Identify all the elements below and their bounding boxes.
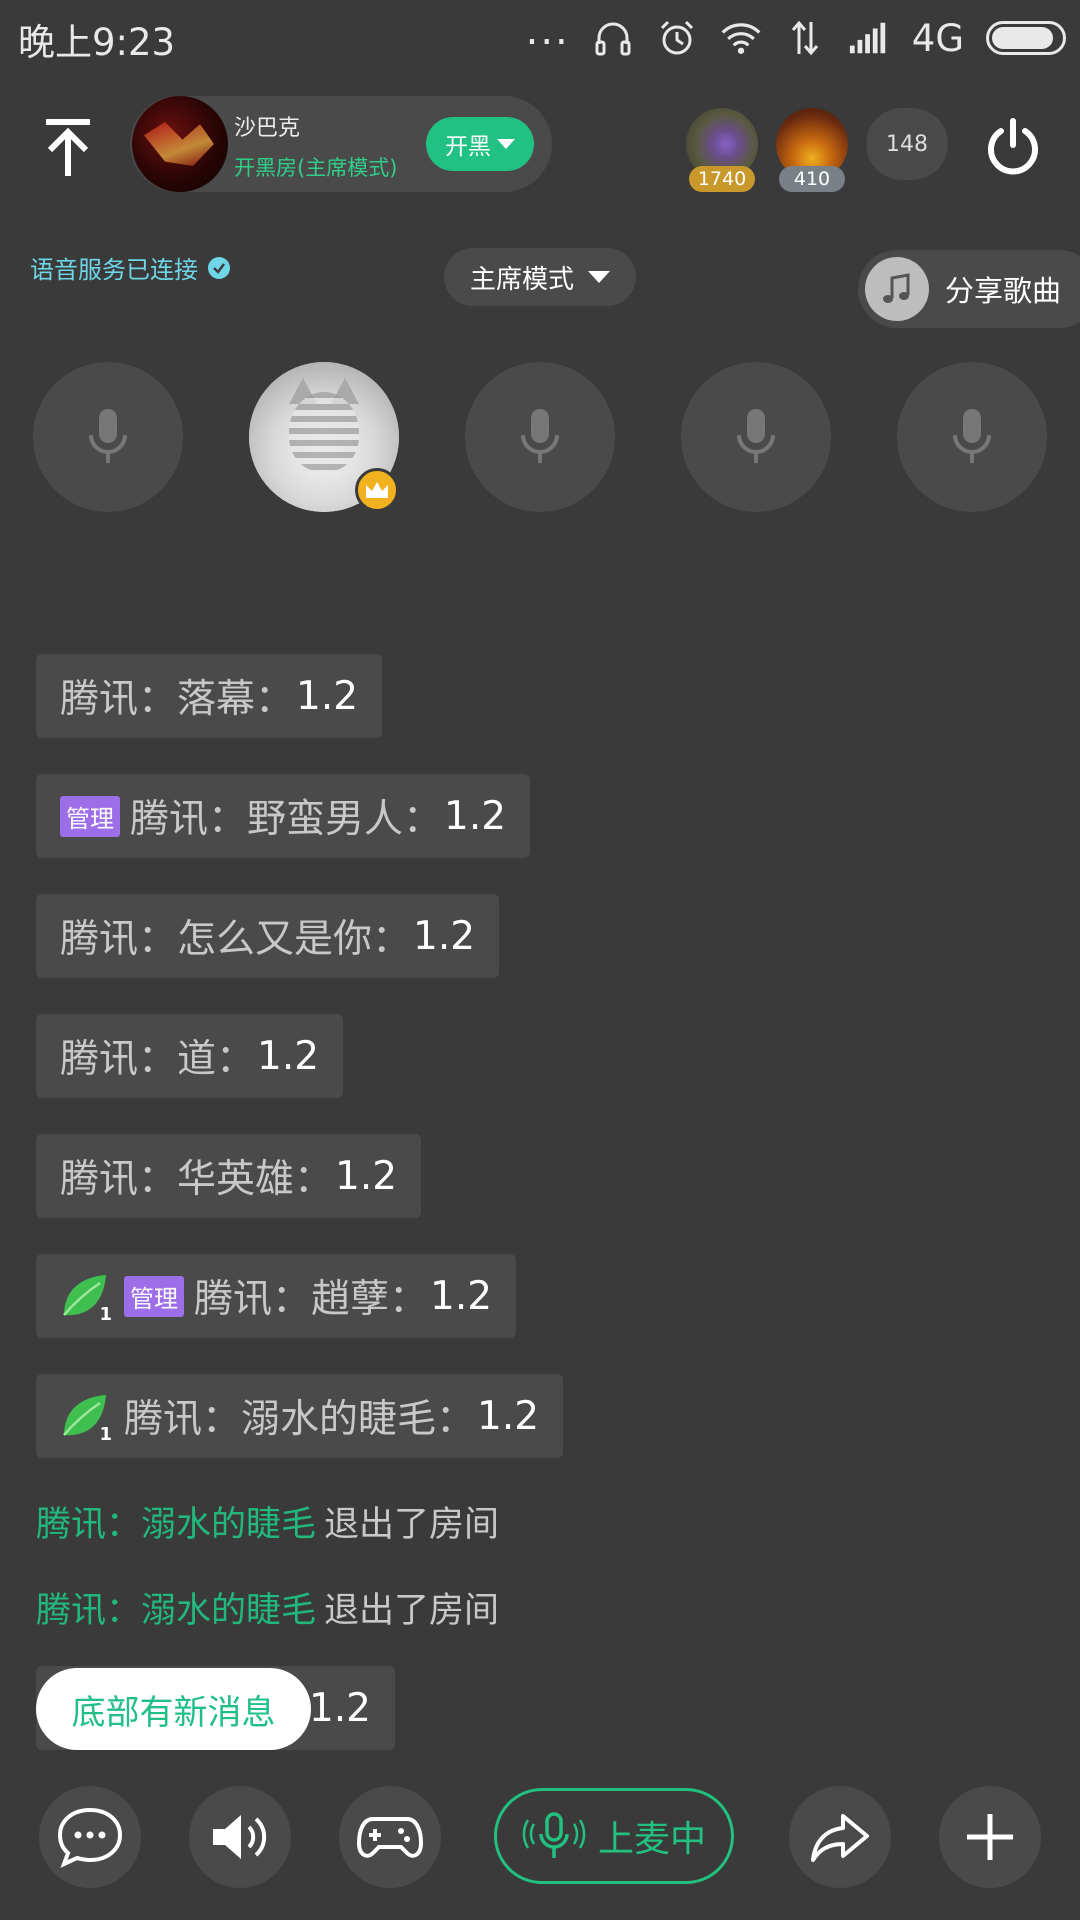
speaker-icon	[213, 1815, 267, 1859]
share-button[interactable]	[789, 1786, 891, 1888]
music-note-icon	[865, 257, 929, 321]
online-count-button[interactable]: 148	[866, 108, 948, 180]
mic-seat-host[interactable]	[249, 362, 399, 512]
voice-status-text: 语音服务已连接	[30, 256, 198, 284]
check-circle-icon	[208, 256, 230, 279]
exit-room-button[interactable]	[978, 112, 1048, 182]
leaf-level-icon: 1	[60, 1391, 112, 1445]
admin-badge: 管理	[60, 795, 120, 837]
microphone-waves-icon	[522, 1812, 586, 1858]
minimize-room-button[interactable]	[30, 110, 106, 186]
kaihei-label: 开黑	[445, 134, 491, 160]
status-time: 晚上9:23	[18, 21, 176, 64]
message-sender: 腾讯：溺水的睫毛：	[124, 1397, 476, 1442]
status-bar: 晚上9:23 ... 4G	[0, 0, 1080, 76]
microphone-icon	[953, 409, 991, 463]
chat-message[interactable]: 腾讯：道： 1.2	[36, 1014, 344, 1098]
message-text: 1.2	[257, 1033, 320, 1079]
room-info-pill[interactable]: 沙巴克 开黑房(主席模式) 开黑	[130, 96, 552, 192]
top-user-score-2: 410	[779, 166, 845, 192]
mic-status-button[interactable]: 上麦中	[494, 1788, 734, 1884]
plus-icon	[967, 1814, 1013, 1860]
chat-message[interactable]: 1 腾讯：溺水的睫毛： 1.2	[36, 1374, 564, 1458]
chat-message[interactable]: 腾讯：落幕： 1.2	[36, 654, 383, 738]
room-name: 沙巴克	[234, 116, 301, 141]
share-song-label: 分享歌曲	[945, 274, 1062, 308]
top-user-score-1: 1740	[689, 166, 755, 192]
message-text: 1.2	[413, 913, 476, 959]
chat-message[interactable]: 1 管理 腾讯：趙孽： 1.2	[36, 1254, 517, 1338]
mode-select-button[interactable]: 主席模式	[444, 248, 636, 306]
message-sender: 腾讯：怎么又是你：	[60, 917, 412, 962]
message-text: 1.2	[444, 793, 507, 839]
system-message-action: 退出了房间	[324, 1505, 500, 1545]
share-arrow-icon	[811, 1814, 869, 1862]
mode-label: 主席模式	[469, 264, 574, 295]
system-message-user[interactable]: 腾讯：溺水的睫毛	[36, 1591, 316, 1631]
message-text: 1.2	[477, 1393, 540, 1439]
microphone-icon	[521, 409, 559, 463]
new-message-toast[interactable]: 底部有新消息	[36, 1668, 311, 1750]
room-subtitle: 开黑房(主席模式)	[234, 156, 398, 180]
message-sender: 腾讯：华英雄：	[60, 1157, 334, 1202]
chat-message[interactable]: 腾讯：华英雄： 1.2	[36, 1134, 422, 1218]
data-transfer-icon	[784, 17, 826, 59]
signal-icon	[848, 17, 890, 59]
chat-bubble-icon	[57, 1807, 123, 1868]
chat-message[interactable]: 管理 腾讯：野蛮男人： 1.2	[36, 774, 531, 858]
system-message-user[interactable]: 腾讯：溺水的睫毛	[36, 1505, 316, 1545]
headphones-icon	[592, 17, 634, 59]
alarm-icon	[656, 17, 698, 59]
chevron-down-icon	[497, 139, 515, 149]
more-button[interactable]	[939, 1786, 1041, 1888]
admin-badge: 管理	[124, 1275, 184, 1317]
game-button[interactable]	[339, 1786, 441, 1888]
message-sender: 腾讯：趙孽：	[194, 1277, 429, 1322]
mic-seat-5[interactable]	[897, 362, 1047, 512]
battery-icon	[986, 21, 1066, 55]
message-text: 1.2	[296, 673, 359, 719]
power-icon	[988, 118, 1038, 175]
message-sender: 腾讯：野蛮男人：	[130, 797, 443, 842]
room-avatar	[132, 96, 228, 192]
mic-status-label: 上麦中	[597, 1819, 706, 1860]
message-sender: 腾讯：道：	[60, 1037, 256, 1082]
message-text: 1.2	[430, 1273, 493, 1319]
microphone-icon	[89, 409, 127, 463]
gamepad-icon	[357, 1817, 423, 1858]
status-icons: ... 4G	[525, 8, 1066, 62]
share-song-button[interactable]: 分享歌曲	[858, 250, 1080, 328]
network-type: 4G	[911, 16, 964, 60]
mic-seat-4[interactable]	[681, 362, 831, 512]
arrow-up-icon	[46, 119, 90, 176]
kaihei-dropdown-button[interactable]: 开黑	[426, 117, 534, 171]
voice-status: 语音服务已连接	[30, 250, 230, 285]
system-message: 腾讯：溺水的睫毛 退出了房间	[36, 1496, 499, 1547]
system-message-action: 退出了房间	[324, 1591, 500, 1631]
wifi-icon	[720, 17, 762, 59]
speaker-button[interactable]	[189, 1786, 291, 1888]
leaf-level-icon: 1	[60, 1271, 112, 1325]
microphone-icon	[737, 409, 775, 463]
more-notifications-icon: ...	[525, 8, 570, 54]
message-text: 1.2	[308, 1685, 371, 1731]
chat-input-button[interactable]	[39, 1786, 141, 1888]
chat-message[interactable]: 腾讯：怎么又是你： 1.2	[36, 894, 500, 978]
mic-seat-1[interactable]	[33, 362, 183, 512]
mic-seat-3[interactable]	[465, 362, 615, 512]
chevron-down-icon	[588, 271, 610, 283]
message-text: 1.2	[335, 1153, 398, 1199]
system-message: 腾讯：溺水的睫毛 退出了房间	[36, 1582, 499, 1633]
crown-icon	[355, 468, 399, 512]
message-sender: 腾讯：落幕：	[60, 677, 295, 722]
